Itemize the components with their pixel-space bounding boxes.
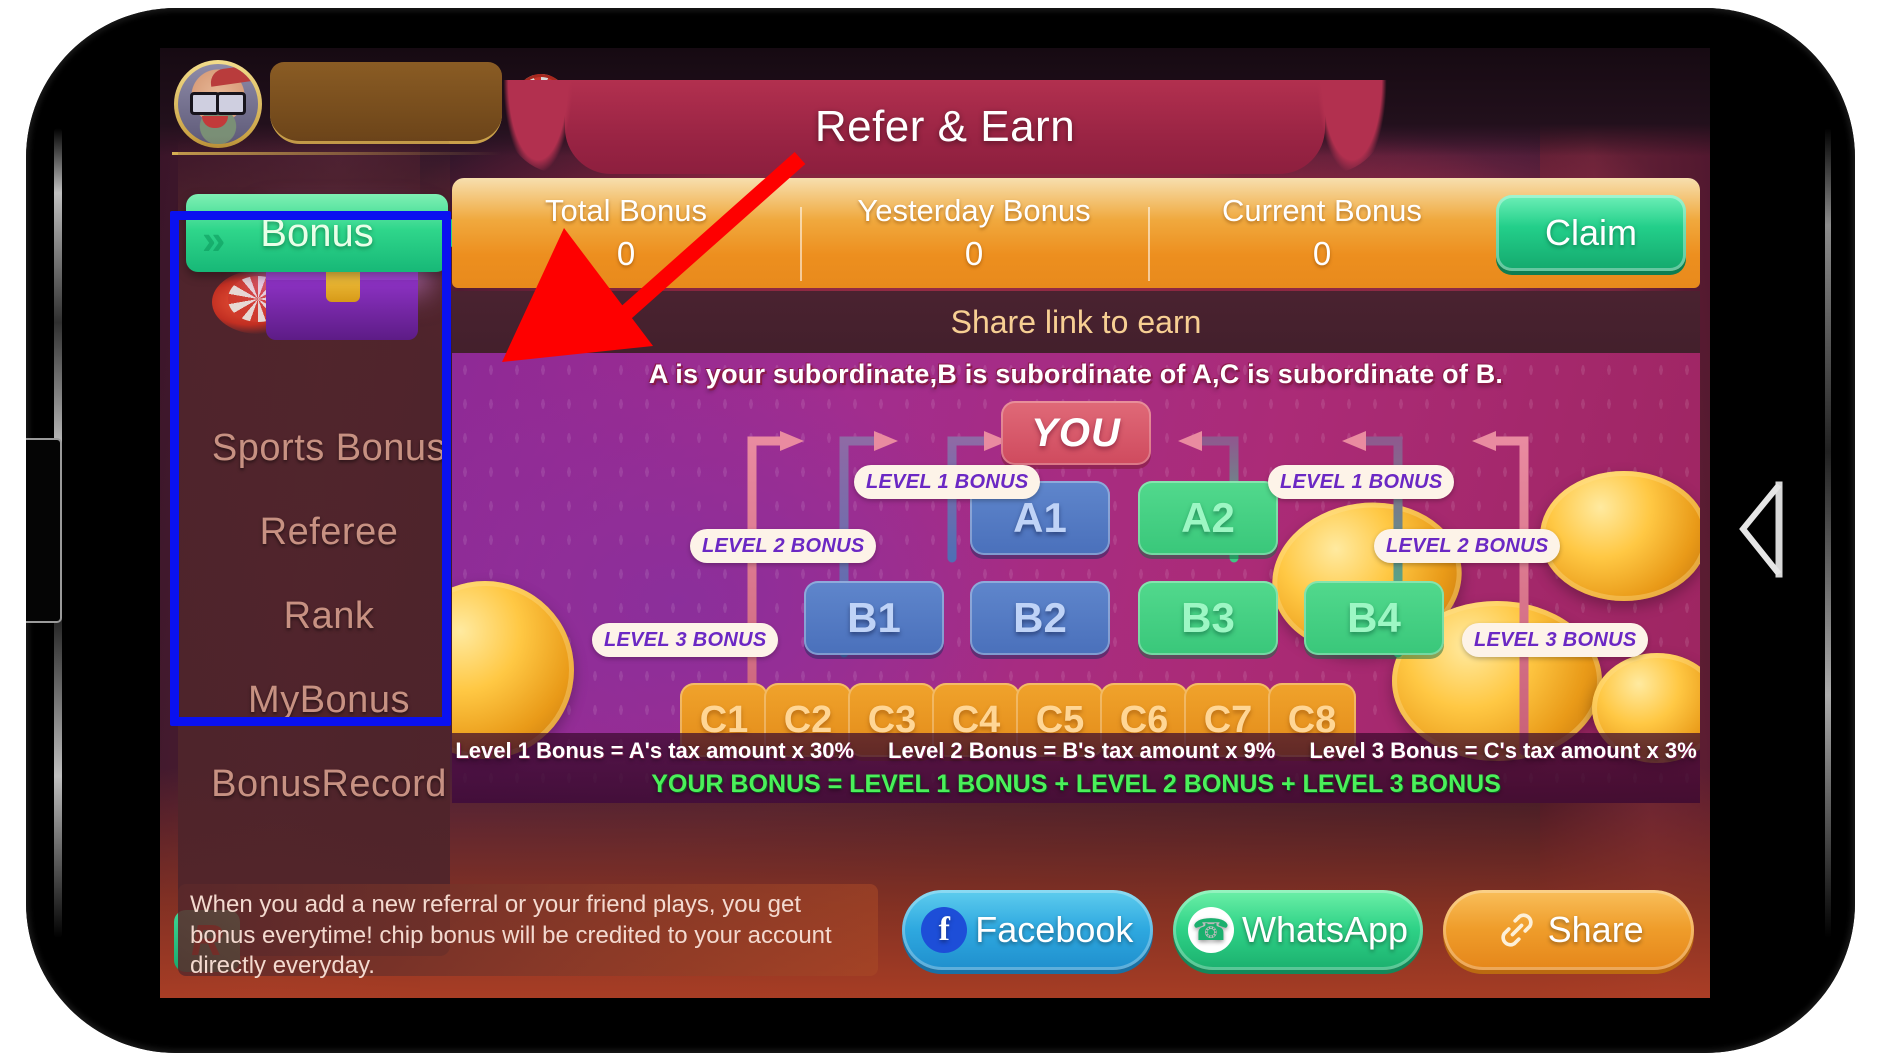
stat-current-bonus-value: 0 (1312, 235, 1332, 272)
avatar-mouth (202, 116, 228, 128)
chevron-right-icon: » (202, 216, 225, 263)
formula-levels-row: Level 1 Bonus = A's tax amount x 30% Lev… (452, 738, 1700, 764)
whatsapp-label: WhatsApp (1241, 909, 1409, 950)
avatar-cap (209, 65, 251, 87)
sidebar-item-sports-bonus[interactable]: Sports Bonus (200, 406, 458, 490)
avatar[interactable] (174, 60, 262, 148)
player-name-bar[interactable] (270, 62, 502, 144)
app-screen: SPORTS BONUS V IP Mail Support (160, 48, 1710, 998)
node-a2: A2 (1138, 481, 1278, 555)
stat-total-bonus: Total Bonus 0 (452, 193, 800, 273)
node-you: YOU (1001, 401, 1151, 465)
avatar-glasses-icon (190, 92, 246, 115)
bonus-stats-bar: Total Bonus 0 Yesterday Bonus 0 Current … (452, 178, 1700, 288)
level-2-bonus-tag-right: LEVEL 2 BONUS (1374, 529, 1561, 563)
node-b2: B2 (970, 581, 1110, 655)
sidebar-panel: » Bonus Sports Bonus Referee Rank MyBonu… (178, 136, 466, 956)
sidebar-item-mybonus[interactable]: MyBonus (200, 658, 458, 742)
sidebar-menu: Sports Bonus Referee Rank MyBonus BonusR… (200, 322, 458, 826)
sidebar-item-rank[interactable]: Rank (200, 574, 458, 658)
frame-edge-highlight-right (1825, 128, 1831, 938)
stat-current-bonus-label: Current Bonus (1222, 193, 1422, 228)
link-icon (1494, 907, 1540, 953)
level-3-bonus-tag-left: LEVEL 3 BONUS (592, 623, 779, 657)
page-title: Refer & Earn (814, 102, 1076, 151)
screenshot-root: SPORTS BONUS V IP Mail Support (0, 0, 1881, 1061)
share-label: Share (1547, 909, 1644, 950)
stat-yesterday-bonus-value: 0 (964, 235, 984, 272)
formula-total: YOUR BONUS = LEVEL 1 BONUS + LEVEL 2 BON… (651, 770, 1501, 798)
stat-current-bonus: Current Bonus 0 (1148, 193, 1496, 281)
sidebar-item-bonus[interactable]: Bonus (186, 194, 448, 272)
formula-level-2: Level 2 Bonus = B's tax amount x 9% (888, 738, 1276, 763)
stat-yesterday-bonus: Yesterday Bonus 0 (800, 193, 1148, 281)
node-b1: B1 (804, 581, 944, 655)
stat-total-bonus-label: Total Bonus (545, 193, 707, 228)
stat-yesterday-bonus-label: Yesterday Bonus (857, 193, 1091, 228)
share-buttons: f Facebook ☎ WhatsApp Share (902, 888, 1695, 972)
formula-level-3: Level 3 Bonus = C's tax amount x 3% (1309, 738, 1697, 763)
stat-total-bonus-value: 0 (616, 235, 636, 272)
footer-description: When you add a new referral or your frie… (178, 884, 878, 979)
level-1-bonus-tag-right: LEVEL 1 BONUS (1268, 465, 1455, 499)
node-b4: B4 (1304, 581, 1444, 655)
level-1-bonus-tag-left: LEVEL 1 BONUS (854, 465, 1041, 499)
main-content: Total Bonus 0 Yesterday Bonus 0 Current … (452, 178, 1700, 878)
level-3-bonus-tag-right: LEVEL 3 BONUS (1462, 623, 1649, 657)
claim-button[interactable]: Claim (1496, 195, 1686, 271)
footer: R When you add a new referral or your fr… (174, 884, 1695, 980)
node-b3: B3 (1138, 581, 1278, 655)
nav-back-icon[interactable] (1735, 467, 1795, 592)
whatsapp-icon: ☎ (1187, 907, 1234, 953)
sidebar-item-bonusrecord[interactable]: BonusRecord (200, 742, 458, 826)
formula-level-1: Level 1 Bonus = A's tax amount x 30% (455, 738, 855, 763)
facebook-label: Facebook (975, 909, 1134, 950)
level-2-bonus-tag-left: LEVEL 2 BONUS (690, 529, 877, 563)
avatar-ring (174, 60, 262, 148)
share-link-button[interactable]: Share (1443, 890, 1695, 970)
share-link-strip: Share link to earn (452, 291, 1700, 353)
facebook-share-button[interactable]: f Facebook (902, 890, 1153, 970)
whatsapp-share-button[interactable]: ☎ WhatsApp (1172, 890, 1424, 970)
device-side-button[interactable] (26, 438, 62, 623)
avatar-face (178, 64, 258, 144)
bonus-formula-bar: Level 1 Bonus = A's tax amount x 30% Lev… (452, 733, 1700, 803)
title-banner: Refer & Earn (503, 80, 1387, 174)
sidebar-item-referee[interactable]: Referee (200, 490, 458, 574)
share-link-text: Share link to earn (950, 303, 1202, 340)
facebook-icon: f (921, 907, 968, 953)
